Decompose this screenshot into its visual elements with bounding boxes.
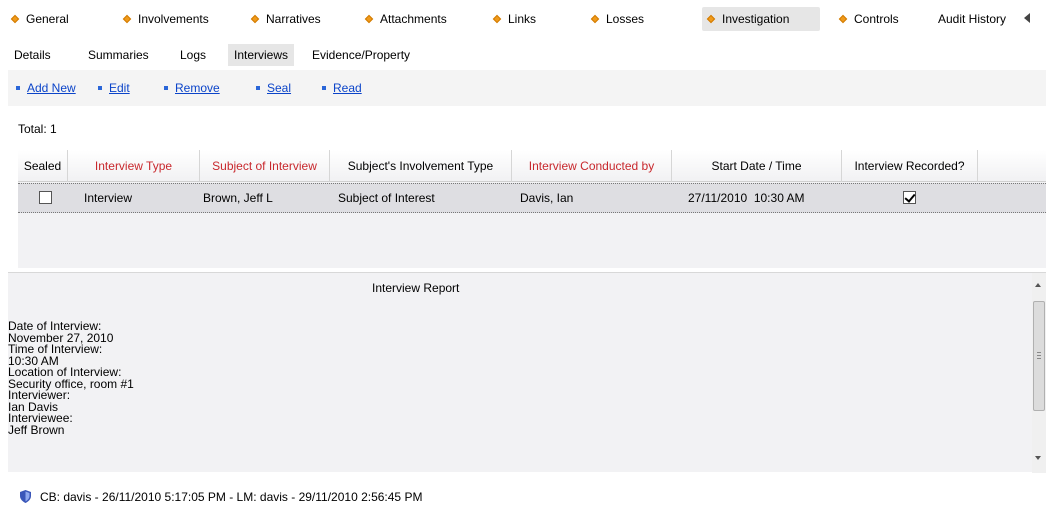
diamond-icon bbox=[492, 14, 502, 24]
remove-link[interactable]: Remove bbox=[164, 81, 220, 95]
bullet-icon bbox=[16, 85, 20, 90]
tab-scroll-left-icon[interactable] bbox=[1024, 13, 1030, 23]
diamond-icon bbox=[10, 14, 20, 24]
report-line: Interviewee: bbox=[8, 411, 73, 425]
tab-label: Controls bbox=[854, 12, 899, 26]
table-row[interactable]: Interview Brown, Jeff L Subject of Inter… bbox=[18, 183, 1046, 213]
tab-general[interactable]: General bbox=[6, 7, 69, 31]
report-line: Time of Interview: bbox=[8, 342, 103, 356]
cell-interview-type: Interview bbox=[84, 191, 133, 205]
tab-label: General bbox=[26, 12, 69, 26]
col-subject-of-interview[interactable]: Subject of Interview bbox=[200, 150, 330, 182]
report-body[interactable]: Date of Interview: November 27, 2010 Tim… bbox=[8, 319, 1018, 437]
diamond-icon bbox=[250, 14, 260, 24]
bullet-icon bbox=[98, 85, 102, 90]
total-bar: Total: 1 bbox=[8, 107, 1046, 149]
grid-header: Sealed Interview Type Subject of Intervi… bbox=[18, 150, 1046, 182]
tab-links[interactable]: Links bbox=[488, 7, 536, 31]
scroll-down-icon[interactable] bbox=[1035, 456, 1041, 460]
report-line: Location of Interview: bbox=[8, 365, 122, 379]
tab-investigation[interactable]: Investigation bbox=[702, 7, 820, 31]
report-line: Jeff Brown bbox=[8, 422, 65, 437]
tab-label: Losses bbox=[606, 12, 645, 26]
tab-involvements[interactable]: Involvements bbox=[118, 7, 209, 31]
report-scrollbar[interactable] bbox=[1032, 273, 1046, 473]
subtab-summaries[interactable]: Summaries bbox=[82, 44, 155, 66]
tab-label: Investigation bbox=[722, 12, 790, 26]
scroll-thumb[interactable] bbox=[1033, 301, 1045, 411]
seal-link[interactable]: Seal bbox=[256, 81, 291, 95]
report-line: Date of Interview: bbox=[8, 319, 102, 333]
col-conducted-by[interactable]: Interview Conducted by bbox=[512, 150, 672, 182]
tab-attachments[interactable]: Attachments bbox=[360, 7, 447, 31]
tab-narratives[interactable]: Narratives bbox=[246, 7, 321, 31]
diamond-icon bbox=[590, 14, 600, 24]
read-link[interactable]: Read bbox=[322, 81, 362, 95]
action-label: Seal bbox=[267, 81, 292, 95]
recorded-checkbox[interactable] bbox=[903, 191, 916, 204]
cell-involvement-type: Subject of Interest bbox=[338, 191, 435, 205]
subtab-interviews[interactable]: Interviews bbox=[228, 44, 295, 66]
bullet-icon bbox=[322, 85, 326, 90]
report-line: Ian Davis bbox=[8, 399, 59, 414]
action-label: Edit bbox=[109, 81, 130, 95]
diamond-icon bbox=[364, 14, 374, 24]
action-toolbar: Add New Edit Remove Seal Read bbox=[8, 70, 1046, 106]
col-sealed[interactable]: Sealed bbox=[18, 150, 68, 182]
subtab-evidence-property[interactable]: Evidence/Property bbox=[306, 44, 416, 66]
report-line: November 27, 2010 bbox=[8, 330, 114, 345]
interview-report-panel: Interview Report Date of Interview: Nove… bbox=[8, 272, 1046, 473]
cell-start-date-time: 27/11/2010 10:30 AM bbox=[688, 191, 805, 205]
action-label: Add New bbox=[27, 81, 76, 95]
interviews-grid: Sealed Interview Type Subject of Intervi… bbox=[18, 150, 1046, 268]
add-new-link[interactable]: Add New bbox=[16, 81, 76, 95]
tab-label: Involvements bbox=[138, 12, 209, 26]
action-label: Remove bbox=[175, 81, 220, 95]
diamond-icon bbox=[706, 14, 716, 24]
tab-controls[interactable]: Controls bbox=[834, 7, 899, 31]
diamond-icon bbox=[122, 14, 132, 24]
action-label: Read bbox=[333, 81, 362, 95]
record-footer: CB: davis - 26/11/2010 5:17:05 PM - LM: … bbox=[0, 478, 1046, 514]
tab-label: Attachments bbox=[380, 12, 447, 26]
grip-icon bbox=[1037, 352, 1041, 359]
report-line: 10:30 AM bbox=[8, 353, 59, 368]
shield-icon bbox=[20, 490, 31, 503]
sealed-checkbox[interactable] bbox=[39, 191, 52, 204]
sub-tab-strip: Details Summaries Logs Interviews Eviden… bbox=[0, 38, 1046, 70]
subtab-details[interactable]: Details bbox=[8, 44, 57, 66]
report-title: Interview Report bbox=[372, 281, 460, 295]
col-interview-recorded[interactable]: Interview Recorded? bbox=[842, 150, 978, 182]
tab-label: Audit History bbox=[938, 12, 1007, 26]
total-count: Total: 1 bbox=[18, 122, 57, 136]
cell-subject: Brown, Jeff L bbox=[203, 191, 273, 205]
col-start-date-time[interactable]: Start Date / Time bbox=[672, 150, 842, 182]
cell-conducted-by: Davis, Ian bbox=[520, 191, 574, 205]
report-line: Interviewer: bbox=[8, 388, 71, 402]
tab-audit-history[interactable]: Audit History bbox=[932, 7, 1006, 31]
bullet-icon bbox=[164, 85, 168, 90]
tab-label: Narratives bbox=[266, 12, 321, 26]
diamond-icon bbox=[838, 14, 848, 24]
report-line: Security office, room #1 bbox=[8, 376, 134, 391]
bullet-icon bbox=[256, 85, 260, 90]
subtab-logs[interactable]: Logs bbox=[174, 44, 212, 66]
top-tab-strip: General Involvements Narratives Attachme… bbox=[0, 0, 1046, 38]
col-interview-type[interactable]: Interview Type bbox=[68, 150, 200, 182]
edit-link[interactable]: Edit bbox=[98, 81, 130, 95]
tab-label: Links bbox=[508, 12, 537, 26]
col-involvement-type[interactable]: Subject's Involvement Type bbox=[330, 150, 512, 182]
scroll-up-icon[interactable] bbox=[1035, 283, 1041, 287]
tab-losses[interactable]: Losses bbox=[586, 7, 644, 31]
audit-info: CB: davis - 26/11/2010 5:17:05 PM - LM: … bbox=[40, 490, 423, 504]
